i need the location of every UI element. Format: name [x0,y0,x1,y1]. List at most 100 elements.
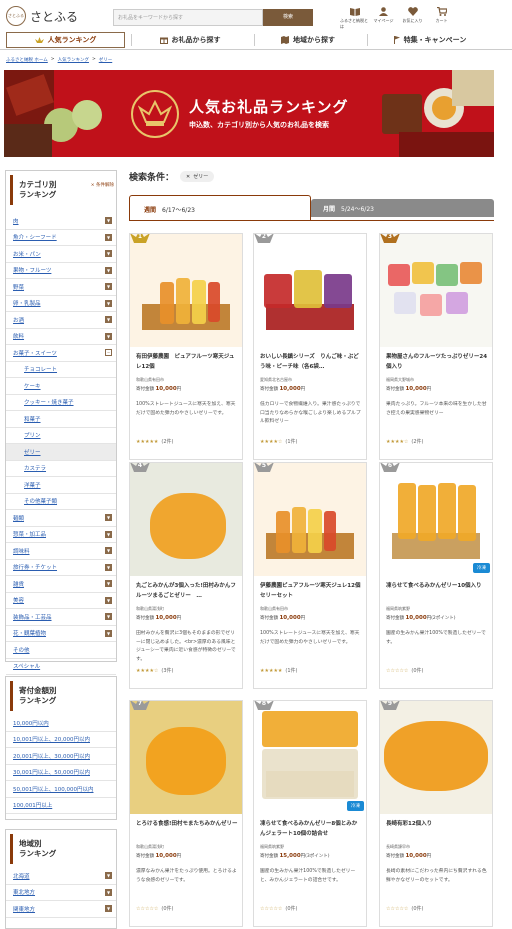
nav-special[interactable]: 特集・キャンペーン [375,32,485,48]
chevron-down-icon[interactable]: ▼ [105,250,112,258]
chevron-down-icon[interactable]: ▼ [105,530,112,538]
search-input[interactable]: お礼品をキーワードから探す [113,9,263,26]
product-title[interactable]: 有田伊藤農園 ピュアフルーツ寒天ジュレ12個 [136,352,238,374]
category-item[interactable]: お米・パン ▼ [6,246,116,263]
donation-item[interactable]: 10,001円以上、20,000円以内 [6,732,116,748]
product-image[interactable]: 3 [380,234,492,347]
category-item[interactable]: その他菓子類 [6,494,116,510]
category-item[interactable]: 卵・乳製品 ▼ [6,296,116,312]
product-image[interactable]: 8 冷凍 [254,701,366,814]
product-card[interactable]: 6 冷凍 凍らせて食べるみかんゼリー10個入り 福岡県筑紫野 寄付金額 10,000円(… [379,462,493,689]
chevron-down-icon[interactable]: ▼ [105,217,112,225]
category-item[interactable]: 洋菓子 [6,477,116,494]
category-item[interactable]: お酒 ▼ [6,312,116,329]
category-item[interactable]: ケーキ [6,378,116,395]
breadcrumb-home[interactable]: ふるさと納税 ホーム [6,57,48,63]
chevron-down-icon[interactable]: ▼ [105,316,112,324]
product-card[interactable]: 8 冷凍 凍らせて食べるみかんゼリー8個とみかんジェラート10個の詰合せ 福岡県筑紫野… [253,700,367,927]
tab-weekly[interactable]: 週間 6/17〜6/23 [129,195,311,221]
product-image[interactable]: 5 [254,463,366,576]
tab-monthly[interactable]: 月間 5/24〜6/23 [311,199,494,217]
product-image[interactable]: 2 [254,234,366,347]
category-item[interactable]: 魚介・シーフード ▼ [6,230,116,246]
chevron-down-icon[interactable]: ▼ [105,233,112,241]
category-item[interactable]: 惣菜・加工品 ▼ [6,527,116,543]
product-image[interactable]: 9 [380,701,492,814]
category-item[interactable]: カステラ [6,461,116,477]
area-item[interactable]: 東北地方 ▼ [6,885,116,901]
site-logo[interactable]: さとふる さとふる [6,6,78,26]
nav-area[interactable]: 地域から探す [262,32,354,48]
area-item[interactable]: 関東地方 ▼ [6,901,116,918]
category-item[interactable]: スペシャル [6,659,116,675]
category-item[interactable]: 美容 ▼ [6,593,116,609]
category-item[interactable]: チョコレート [6,362,116,378]
product-title[interactable]: 凍らせて食べるみかんゼリー8個とみかんジェラート10個の詰合せ [260,819,362,841]
category-item[interactable]: 調味料 ▼ [6,543,116,560]
category-item[interactable]: 肉 ▼ [6,213,116,230]
chevron-down-icon[interactable]: ▼ [105,905,112,913]
nav-ranking[interactable]: 人気ランキング [6,32,125,48]
close-icon[interactable]: ✕ [186,174,190,180]
category-item[interactable]: お菓子・スイーツ − [6,345,116,362]
chevron-down-icon[interactable]: ▼ [105,629,112,637]
product-title[interactable]: とろける食感!田村モまたちみかんゼリー [136,819,238,841]
breadcrumb-ranking[interactable]: 人気ランキング [58,57,89,63]
chevron-down-icon[interactable]: ▼ [105,283,112,291]
header-link-book[interactable]: ふるさと納税とは [340,6,369,30]
product-image[interactable]: 7 [130,701,242,814]
product-title[interactable]: 伊藤農園ピュアフルーツ寒天ジュレ12個セリーセット [260,581,362,603]
category-item[interactable]: 野菜 ▼ [6,279,116,296]
chevron-down-icon[interactable]: ▼ [105,266,112,274]
header-link-user[interactable]: マイページ [369,6,398,30]
nav-gifts[interactable]: お礼品から探す [140,32,240,48]
filter-chip[interactable]: ✕ ゼリー [180,171,215,182]
donation-item[interactable]: 100,001円以上 [6,798,116,814]
product-title[interactable]: 長崎有彩12個入り [386,819,488,841]
chevron-down-icon[interactable]: ▼ [105,596,112,604]
category-item[interactable]: 花・観葉植物 ▼ [6,626,116,642]
chevron-down-icon[interactable]: ▼ [105,888,112,896]
donation-item[interactable]: 20,001円以上、30,000円以内 [6,748,116,765]
category-item[interactable]: 飲料 ▼ [6,329,116,345]
donation-item[interactable]: 50,001円以上、100,000円以内 [6,781,116,798]
minus-icon[interactable]: − [105,349,112,357]
chevron-down-icon[interactable]: ▼ [105,299,112,307]
category-item[interactable]: クッキー・焼き菓子 [6,395,116,411]
donation-item[interactable]: 30,001円以上、50,000円以内 [6,765,116,781]
category-item[interactable]: 雑貨 ▼ [6,576,116,593]
category-item[interactable]: 和菓子 [6,411,116,428]
product-card[interactable]: 5 伊藤農園ピュアフルーツ寒天ジュレ12個セリーセット 和歌山県有田市 寄付金額 10… [253,462,367,689]
chevron-down-icon[interactable]: ▼ [105,872,112,880]
chevron-down-icon[interactable]: ▼ [105,580,112,588]
chevron-down-icon[interactable]: ▼ [105,613,112,621]
product-image[interactable]: 4 [130,463,242,576]
search-button[interactable]: 検索 [263,9,313,26]
donation-item[interactable]: 10,000円以内 [6,715,116,732]
product-card[interactable]: 2 おいしい長鎮シリーズ りんご味・ぶどう味・ピーチ味（各6袋… 愛知県北名古屋市寄… [253,233,367,460]
product-image[interactable]: 1 [130,234,242,347]
category-item[interactable]: 旅行券・チケット ▼ [6,560,116,576]
category-item[interactable]: 果物・フルーツ ▼ [6,263,116,279]
product-card[interactable]: 7 とろける食感!田村モまたちみかんゼリー 和歌山県湯浅町 寄付金額 10,000円濃… [129,700,243,927]
category-item[interactable]: 装飾品・工芸品 ▼ [6,609,116,626]
product-image[interactable]: 6 冷凍 [380,463,492,576]
product-title[interactable]: 凍らせて食べるみかんゼリー10個入り [386,581,488,603]
product-title[interactable]: 丸ごとみかんが3個入った!田村みかんフルーツまるごとゼリー … [136,581,238,603]
chevron-down-icon[interactable]: ▼ [105,563,112,571]
product-title[interactable]: おいしい長鎮シリーズ りんご味・ぶどう味・ピーチ味（各6袋… [260,352,362,374]
header-link-heart[interactable]: お気に入り [398,6,427,30]
product-card[interactable]: 4 丸ごとみかんが3個入った!田村みかんフルーツまるごとゼリー … 和歌山県湯浅町寄… [129,462,243,689]
category-item[interactable]: ゼリー [6,444,116,461]
area-item[interactable]: 北海道 ▼ [6,868,116,885]
chevron-down-icon[interactable]: ▼ [105,514,112,522]
breadcrumb-current[interactable]: ゼリー [99,57,113,63]
category-item[interactable]: 麺類 ▼ [6,510,116,527]
product-card[interactable]: 3 果物屋さんのフルーツたっぷりゼリー24個入り 福岡県大野城市 寄付金額 10,00… [379,233,493,460]
product-title[interactable]: 果物屋さんのフルーツたっぷりゼリー24個入り [386,352,488,374]
header-link-cart[interactable]: カート [427,6,456,30]
category-item[interactable]: プリン [6,428,116,444]
chevron-down-icon[interactable]: ▼ [105,332,112,340]
product-card[interactable]: 1 有田伊藤農園 ピュアフルーツ寒天ジュレ12個 和歌山県有田市 寄付金額 10,00… [129,233,243,460]
category-item[interactable]: その他 [6,642,116,659]
